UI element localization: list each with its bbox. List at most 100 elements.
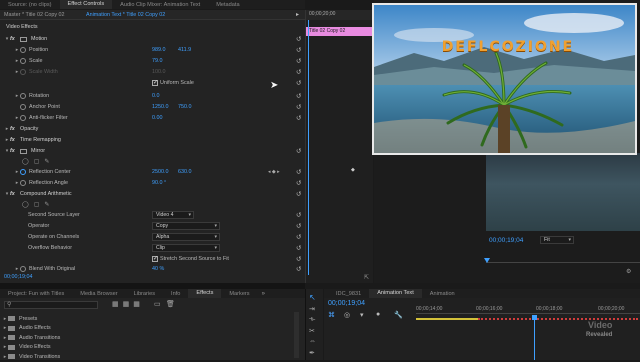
pen-tool-icon[interactable]: ✒ [309,349,315,357]
channels-dropdown[interactable]: Alpha [152,233,220,241]
reflection-angle-stopwatch-icon[interactable] [20,180,26,187]
mirror-row[interactable]: ▾ fx Mirror ↺ [0,146,303,157]
scale-reset-icon[interactable]: ↺ [296,57,301,65]
mirror-mask-icon[interactable] [20,148,27,154]
time-remap-fx-icon[interactable]: fx [10,137,20,143]
list-item[interactable]: ▸ Audio Effects [2,324,60,334]
blend-reset-icon[interactable]: ↺ [296,265,301,273]
razor-tool-icon[interactable]: ✂ [309,327,315,335]
scale-value[interactable]: 79.0 [152,58,163,64]
tab-info[interactable]: Info [163,291,188,297]
mirror-reset-icon[interactable]: ↺ [296,147,301,155]
stretch-checkbox[interactable]: ✓ [152,256,158,262]
add-marker-icon[interactable]: ▾ [360,311,364,319]
ec-clip-bar[interactable]: Title 02 Copy 02 [306,27,374,36]
antiflicker-stopwatch-icon[interactable] [20,115,26,122]
keyframe-diamond-icon[interactable]: ◆ [351,167,355,173]
operator-reset-icon[interactable]: ↺ [296,222,301,230]
timeline-timecode[interactable]: 00;00;19;04 [328,300,365,307]
second-layer-reset-icon[interactable]: ↺ [296,211,301,219]
sequence-clip-label[interactable]: Animation Text * Title 02 Copy 02 [86,12,165,18]
motion-reset-icon[interactable]: ↺ [296,35,301,43]
compound-fx-icon[interactable]: fx [10,191,20,197]
delete-icon[interactable]: 🗑 [166,300,175,308]
reflection-angle-value[interactable]: 90.0 ° [152,180,166,186]
tab-project[interactable]: Project: Fun with Titles [0,291,72,297]
reflection-center-stopwatch-icon[interactable] [20,169,26,176]
position-x-value[interactable]: 989.0 [152,47,166,53]
effects-search-input[interactable]: ⚲ [4,301,98,309]
anchor-stopwatch-icon[interactable] [20,104,26,111]
tab-effect-controls[interactable]: Effect Controls [59,0,113,9]
antiflicker-value[interactable]: 0.00 [152,115,163,121]
ec-ruler[interactable]: 00;00;20;00 [306,10,374,20]
play-only-audio-icon[interactable]: ▸ [296,11,299,18]
opacity-row[interactable]: ▸ fx Opacity [0,124,303,135]
program-playhead-icon[interactable] [484,258,490,263]
blend-value[interactable]: 40 % [152,266,164,272]
program-settings-icon[interactable]: ⚙ [626,268,631,275]
compound-arithmetic-row[interactable]: ▾ fx Compound Arithmetic ↺ [0,189,303,200]
slip-tool-icon[interactable]: ⇔ [309,338,316,345]
operator-dropdown[interactable]: Copy [152,222,220,230]
rotation-reset-icon[interactable]: ↺ [296,92,301,100]
tab-libraries[interactable]: Libraries [126,291,163,297]
program-fit-dropdown[interactable]: Fit [540,236,574,244]
tab-markers[interactable]: Markers [221,291,257,297]
selection-tool-icon[interactable]: ↖ [309,293,316,302]
anchor-y-value[interactable]: 750.0 [178,104,192,110]
wrench-icon[interactable]: 🔧 [394,311,403,319]
pen-mask-icon[interactable]: ✎ [44,158,49,165]
ellipse-mask-icon[interactable]: ◯ [22,158,29,165]
scale-stopwatch-icon[interactable] [20,58,26,65]
position-reset-icon[interactable]: ↺ [296,46,301,54]
compound-reset-icon[interactable]: ↺ [296,190,301,198]
ec-export-icon[interactable]: ⇱ [364,274,369,281]
keyframe-nav[interactable]: ◂ ◆ ▸ [268,169,280,175]
reflection-center-reset-icon[interactable]: ↺ [296,168,301,176]
opacity-fx-icon[interactable]: fx [10,126,20,132]
tab-metadata[interactable]: Metadata [208,2,247,8]
tab-media-browser[interactable]: Media Browser [72,291,125,297]
anchor-reset-icon[interactable]: ↺ [296,103,301,111]
accelerated-effects-icons[interactable]: ▦▦▦ [112,300,144,308]
time-remapping-row[interactable]: ▸ fx Time Remapping [0,135,303,146]
tab-idc-9831[interactable]: IDC_9831 [324,291,369,297]
uniform-scale-checkbox[interactable]: ✓ [152,80,158,86]
list-item[interactable]: ▸ Video Effects [2,343,60,353]
rotation-value[interactable]: 0.0 [152,93,160,99]
scale-width-reset-icon[interactable]: ↺ [296,68,301,76]
rectangle-mask-icon[interactable]: ▢ [34,158,40,165]
ripple-edit-tool-icon[interactable]: ⟛ [309,316,315,324]
tab-animation-text[interactable]: Animation Text [369,289,422,298]
anchor-x-value[interactable]: 1250.0 [152,104,169,110]
channels-reset-icon[interactable]: ↺ [296,233,301,241]
marker-icon[interactable]: ● [376,311,380,318]
master-clip-label[interactable]: Master * Title 02 Copy 02 [4,12,65,18]
new-bin-icon[interactable]: ▭ [154,300,161,308]
motion-transform-icon[interactable] [20,36,27,42]
track-select-tool-icon[interactable]: ⇥ [309,305,315,313]
compound-rectangle-mask-icon[interactable]: ▢ [34,201,40,208]
effects-scrollbar[interactable] [294,312,299,358]
rotation-stopwatch-icon[interactable] [20,93,26,100]
mirror-fx-icon[interactable]: fx [10,148,20,154]
timeline-ruler[interactable]: 00;00;14;00 00;00;16;00 00;00;18;00 00;0… [416,306,640,320]
ec-playhead[interactable] [308,20,309,275]
second-source-layer-dropdown[interactable]: Video 4 [152,211,194,219]
panel-menu-icon[interactable]: » [262,291,265,297]
tab-audio-clip-mixer[interactable]: Audio Clip Mixer: Animation Text [112,2,208,8]
linked-selection-icon[interactable]: ◎ [344,311,350,319]
list-item[interactable]: ▸ Video Transitions [2,352,61,362]
stretch-reset-icon[interactable]: ↺ [296,255,301,263]
timeline-playhead-line[interactable] [534,320,535,360]
tab-source[interactable]: Source: (no clips) [0,2,60,8]
fx-icon[interactable]: fx [10,36,20,42]
reflection-center-y[interactable]: 630.0 [178,169,192,175]
blend-stopwatch-icon[interactable] [20,266,26,273]
tab-animation[interactable]: Animation [422,291,463,297]
overflow-reset-icon[interactable]: ↺ [296,244,301,252]
compound-pen-mask-icon[interactable]: ✎ [44,201,49,208]
reflection-angle-reset-icon[interactable]: ↺ [296,179,301,187]
program-timecode[interactable]: 00;00;19;04 [489,237,523,244]
